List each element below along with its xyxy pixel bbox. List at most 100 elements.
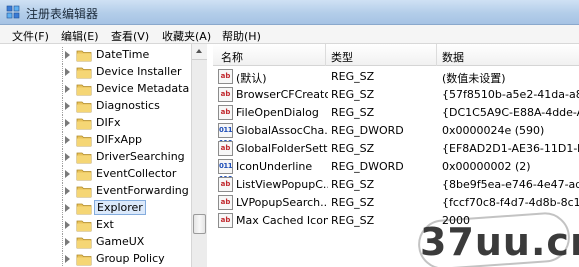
tree-vertical-scrollbar[interactable]	[191, 44, 207, 267]
expand-arrow-icon[interactable]	[65, 255, 70, 263]
value-name: (默认)	[236, 72, 267, 85]
expand-arrow-icon[interactable]	[65, 204, 70, 212]
tree-item[interactable]: GameUX	[0, 234, 191, 251]
expand-arrow-icon[interactable]	[65, 119, 70, 127]
folder-icon	[76, 254, 92, 266]
value-data: {EF8AD2D1-AE36-11D1-B2D	[442, 142, 579, 155]
value-data: {fccf70c8-f4d7-4d8b-8c17-c	[442, 196, 579, 209]
value-type: REG_DWORD	[331, 124, 404, 137]
value-data: 0x00000002 (2)	[442, 160, 531, 173]
site-watermark: 37uu.cn	[416, 210, 579, 267]
tree-item-label: GameUX	[96, 235, 145, 248]
expand-arrow-icon[interactable]	[65, 238, 70, 246]
value-row[interactable]: ab LVPopupSearch... REG_SZ {fccf70c8-f4d7-4…	[213, 194, 579, 212]
value-row[interactable]: ab GlobalFolderSett... REG_SZ {EF8AD2D1-AE3…	[213, 140, 579, 158]
expand-arrow-icon[interactable]	[65, 221, 70, 229]
value-name: Max Cached Icons	[236, 214, 328, 227]
string-value-icon: ab	[218, 105, 233, 120]
expand-arrow-icon[interactable]	[65, 51, 70, 59]
tree-item-label: Diagnostics	[96, 99, 160, 112]
tree-item[interactable]: Ext	[0, 217, 191, 234]
folder-icon	[76, 186, 92, 198]
menu-file[interactable]: 文件(F)	[12, 28, 49, 44]
folder-icon	[76, 84, 92, 96]
scroll-thumb[interactable]	[193, 214, 206, 234]
scroll-up-button[interactable]	[192, 44, 207, 60]
value-row[interactable]: ab FileOpenDialog REG_SZ {DC1C5A9C-E88A-4dd…	[213, 104, 579, 122]
tree-item[interactable]: Device Installer	[0, 64, 191, 81]
expand-arrow-icon[interactable]	[65, 102, 70, 110]
string-value-icon: ab	[218, 177, 233, 192]
tree-item-label: Device Installer	[96, 65, 182, 78]
tree-item-label: Explorer	[94, 200, 146, 215]
menu-edit[interactable]: 编辑(E)	[61, 28, 99, 44]
expand-arrow-icon[interactable]	[65, 136, 70, 144]
expand-arrow-icon[interactable]	[65, 85, 70, 93]
value-type: REG_SZ	[331, 178, 375, 191]
column-divider[interactable]	[436, 44, 437, 66]
menu-help[interactable]: 帮助(H)	[222, 28, 261, 44]
tree-guide-line	[62, 183, 63, 200]
folder-icon	[76, 220, 92, 232]
value-row[interactable]: ab (默认) REG_SZ (数值未设置)	[213, 68, 579, 86]
registry-key-tree: DateTime Device Installer Device Metadata D…	[0, 44, 207, 267]
registry-editor-icon	[6, 5, 20, 19]
tree-guide-line	[62, 81, 63, 98]
column-header-type[interactable]: 类型	[331, 49, 353, 65]
value-row[interactable]: 011 110IconUnderline REG_DWORD 0x00000002 …	[213, 158, 579, 183]
expand-arrow-icon[interactable]	[65, 170, 70, 178]
tree-item[interactable]: Diagnostics	[0, 98, 191, 115]
tree-item[interactable]: DateTime	[0, 47, 191, 64]
tree-guide-line	[62, 98, 63, 115]
menu-view[interactable]: 查看(V)	[111, 28, 149, 44]
folder-icon	[76, 50, 92, 62]
string-value-icon: ab	[218, 87, 233, 102]
expand-arrow-icon[interactable]	[65, 68, 70, 76]
tree-item[interactable]: DriverSearching	[0, 149, 191, 166]
tree-item[interactable]: Explorer	[0, 200, 191, 217]
tree-guide-line	[62, 217, 63, 234]
expand-arrow-icon[interactable]	[65, 187, 70, 195]
title-bar: 注册表编辑器	[0, 0, 579, 25]
folder-icon	[76, 135, 92, 147]
value-data: 0x0000024e (590)	[442, 124, 545, 137]
value-name: GlobalAssocCha...	[236, 124, 328, 137]
tree-guide-line	[62, 234, 63, 251]
tree-item-label: EventForwarding	[96, 184, 189, 197]
menu-favorites[interactable]: 收藏夹(A)	[162, 28, 211, 44]
value-row[interactable]: 011 110GlobalAssocCha...REG_DWORD 0x00000…	[213, 122, 579, 147]
value-name: GlobalFolderSett...	[236, 142, 328, 155]
column-divider[interactable]	[325, 44, 326, 66]
tree-item-label: Device Metadata	[96, 82, 190, 95]
folder-icon	[76, 203, 92, 215]
folder-icon	[76, 152, 92, 164]
value-name: IconUnderline	[236, 160, 313, 173]
value-data: {57f8510b-a5e2-41da-a8f0-8	[442, 88, 579, 101]
column-header-name[interactable]: 名称	[221, 49, 243, 65]
tree-item-label: DriverSearching	[96, 150, 185, 163]
tree-item[interactable]: Device Metadata	[0, 81, 191, 98]
dword-value-icon: 011 110	[218, 159, 233, 183]
tree-guide-line	[62, 115, 63, 132]
dword-value-icon: 011 110	[218, 123, 233, 147]
column-header-data[interactable]: 数据	[442, 49, 464, 65]
tree-item[interactable]: EventCollector	[0, 166, 191, 183]
value-name: BrowserCFCreator	[236, 88, 328, 101]
value-row[interactable]: ab ListViewPopupC... REG_SZ {8be9f5ea-e746-…	[213, 176, 579, 194]
tree-item[interactable]: EventForwarding	[0, 183, 191, 200]
tree-item[interactable]: DIFx	[0, 115, 191, 132]
tree-item[interactable]: Group Policy	[0, 251, 191, 267]
expand-arrow-icon[interactable]	[65, 153, 70, 161]
string-value-icon: ab	[218, 141, 233, 156]
value-row[interactable]: ab BrowserCFCreator REG_SZ {57f8510b-a5e2-4…	[213, 86, 579, 104]
folder-icon	[76, 118, 92, 130]
tree-item[interactable]: DIFxApp	[0, 132, 191, 149]
tree-guide-line	[62, 200, 63, 217]
string-value-icon: ab	[218, 195, 233, 210]
value-name: ListViewPopupC...	[236, 178, 328, 191]
value-type: REG_SZ	[331, 88, 375, 101]
watermark-ring	[416, 210, 572, 267]
tree-guide-line	[62, 132, 63, 149]
tree-item-label: Ext	[96, 218, 114, 231]
string-value-icon: ab	[218, 213, 233, 228]
